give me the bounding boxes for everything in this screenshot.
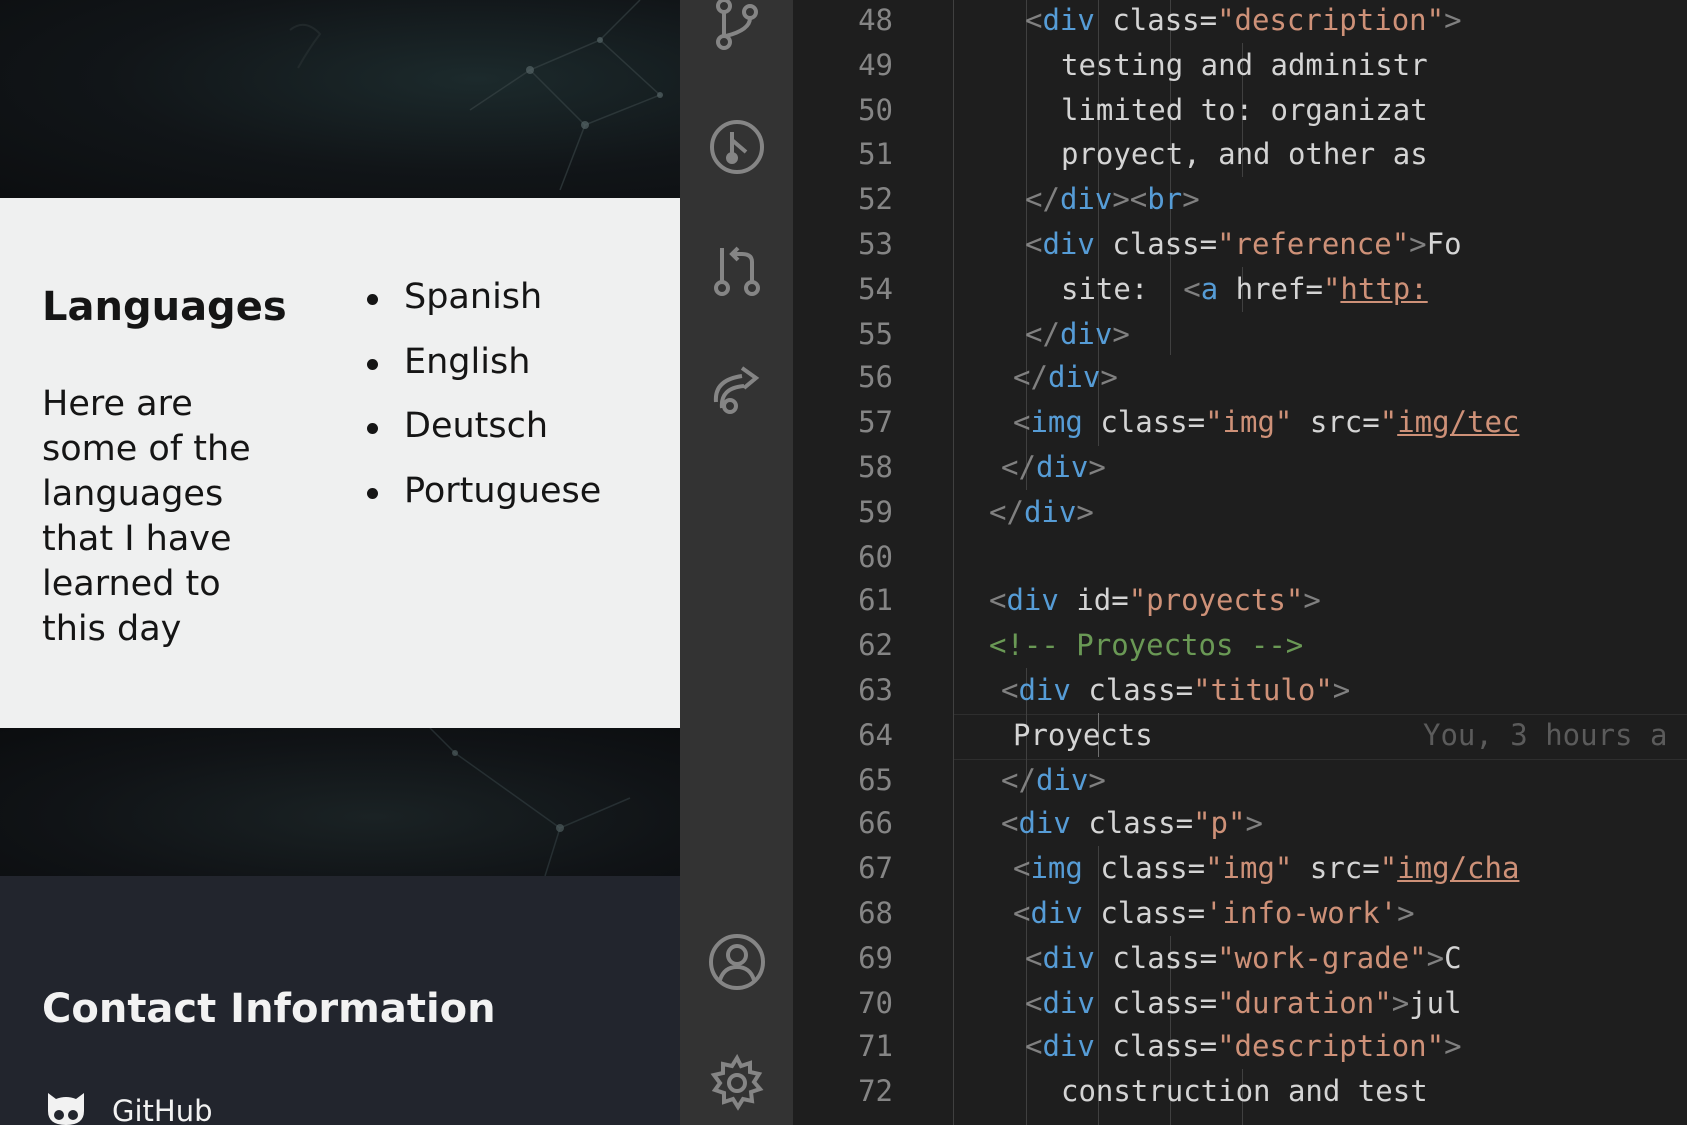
line-number: 69 bbox=[858, 941, 893, 975]
pull-request-icon[interactable] bbox=[708, 242, 766, 300]
code-line[interactable]: site: <a href="http: bbox=[1061, 267, 1428, 312]
line-number: 72 bbox=[858, 1074, 893, 1108]
page-preview: Languages Here are some of the languages… bbox=[0, 0, 680, 1125]
line-number: 61 bbox=[858, 583, 893, 617]
git-graph-icon[interactable] bbox=[708, 118, 766, 176]
code-line[interactable]: </div> bbox=[1013, 355, 1118, 400]
line-number: 49 bbox=[858, 48, 893, 82]
code-line[interactable]: <div id="proyects"> bbox=[989, 578, 1321, 623]
line-number: 48 bbox=[858, 3, 893, 37]
line-number: 57 bbox=[858, 405, 893, 439]
code-line[interactable]: testing and administr bbox=[1061, 43, 1428, 88]
line-number: 63 bbox=[858, 673, 893, 707]
settings-gear-icon[interactable] bbox=[708, 1053, 766, 1112]
line-number: 64 bbox=[858, 718, 893, 752]
code-line[interactable]: </div> bbox=[989, 490, 1094, 535]
code-line[interactable]: <div class="description"> bbox=[1025, 1024, 1462, 1069]
code-line[interactable]: </div> bbox=[1001, 445, 1106, 490]
code-line[interactable]: limited to: organizat bbox=[1061, 88, 1428, 133]
activity-bar bbox=[680, 0, 793, 1125]
line-number: 53 bbox=[858, 227, 893, 261]
code-line[interactable]: <!-- Proyectos --> bbox=[989, 623, 1303, 668]
line-number: 54 bbox=[858, 272, 893, 306]
line-number: 62 bbox=[858, 628, 893, 662]
line-number: 67 bbox=[858, 851, 893, 885]
network-pattern-decoration bbox=[429, 728, 631, 876]
line-number: 65 bbox=[858, 763, 893, 797]
hero-background-middle bbox=[0, 728, 680, 876]
code-line[interactable]: </div> bbox=[1001, 758, 1106, 803]
language-item: English bbox=[366, 341, 601, 406]
code-line[interactable]: proyect, and other as bbox=[1061, 132, 1428, 177]
line-number: 71 bbox=[858, 1029, 893, 1063]
languages-description: Here are some of the languages that I ha… bbox=[42, 384, 251, 649]
language-item: Deutsch bbox=[366, 405, 601, 470]
line-number: 58 bbox=[858, 450, 893, 484]
code-line[interactable]: <img class="img" src="img/tec bbox=[1013, 400, 1519, 445]
code-line[interactable]: </div> bbox=[1025, 312, 1130, 357]
code-editor[interactable]: 48 49 50 51 52 53 54 55 56 57 58 59 60 6… bbox=[793, 0, 1687, 1125]
code-line[interactable]: <div class="reference">Fo bbox=[1025, 222, 1462, 267]
languages-list: Spanish English Deutsch Portuguese bbox=[366, 276, 601, 535]
language-item: Spanish bbox=[366, 276, 601, 341]
line-number: 56 bbox=[858, 360, 893, 394]
line-number: 66 bbox=[858, 806, 893, 840]
line-number: 51 bbox=[858, 137, 893, 171]
github-link[interactable]: GitHub bbox=[42, 1086, 213, 1125]
network-pattern-decoration bbox=[289, 0, 663, 191]
code-line[interactable]: <div class='info-work'> bbox=[1013, 891, 1415, 936]
code-line[interactable]: construction and test bbox=[1061, 1069, 1428, 1114]
languages-section: Languages Here are some of the languages… bbox=[0, 198, 680, 728]
line-number: 60 bbox=[858, 540, 893, 574]
code-line[interactable]: <div class="duration">jul bbox=[1025, 981, 1462, 1026]
indent-guide bbox=[953, 0, 954, 1125]
code-line[interactable]: <div class="description"> bbox=[1025, 0, 1462, 43]
account-icon[interactable] bbox=[708, 933, 766, 991]
code-line[interactable]: </div><br> bbox=[1025, 177, 1200, 222]
line-number: 70 bbox=[858, 986, 893, 1020]
contact-title: Contact Information bbox=[42, 986, 496, 1032]
remote-share-icon[interactable] bbox=[708, 362, 766, 420]
git-blame-annotation: You, 3 hours a bbox=[1423, 718, 1668, 752]
language-item: Portuguese bbox=[366, 470, 601, 535]
languages-title: Languages bbox=[42, 284, 287, 330]
code-line[interactable]: <div class="p"> bbox=[1001, 801, 1263, 846]
code-line[interactable]: Proyects bbox=[1013, 713, 1153, 758]
code-line[interactable]: <div class="work-grade">C bbox=[1025, 936, 1462, 981]
source-control-icon[interactable] bbox=[708, 0, 766, 54]
hero-background-top bbox=[0, 0, 680, 198]
contact-section: Contact Information GitHub bbox=[0, 876, 680, 1125]
line-number: 55 bbox=[858, 317, 893, 351]
line-number: 52 bbox=[858, 182, 893, 216]
line-number: 68 bbox=[858, 896, 893, 930]
github-label: GitHub bbox=[112, 1094, 213, 1125]
github-icon bbox=[42, 1085, 90, 1125]
line-number: 59 bbox=[858, 495, 893, 529]
code-line[interactable]: <img class="img" src="img/cha bbox=[1013, 846, 1519, 891]
code-line[interactable]: <div class="titulo"> bbox=[1001, 668, 1350, 713]
line-number: 50 bbox=[858, 93, 893, 127]
